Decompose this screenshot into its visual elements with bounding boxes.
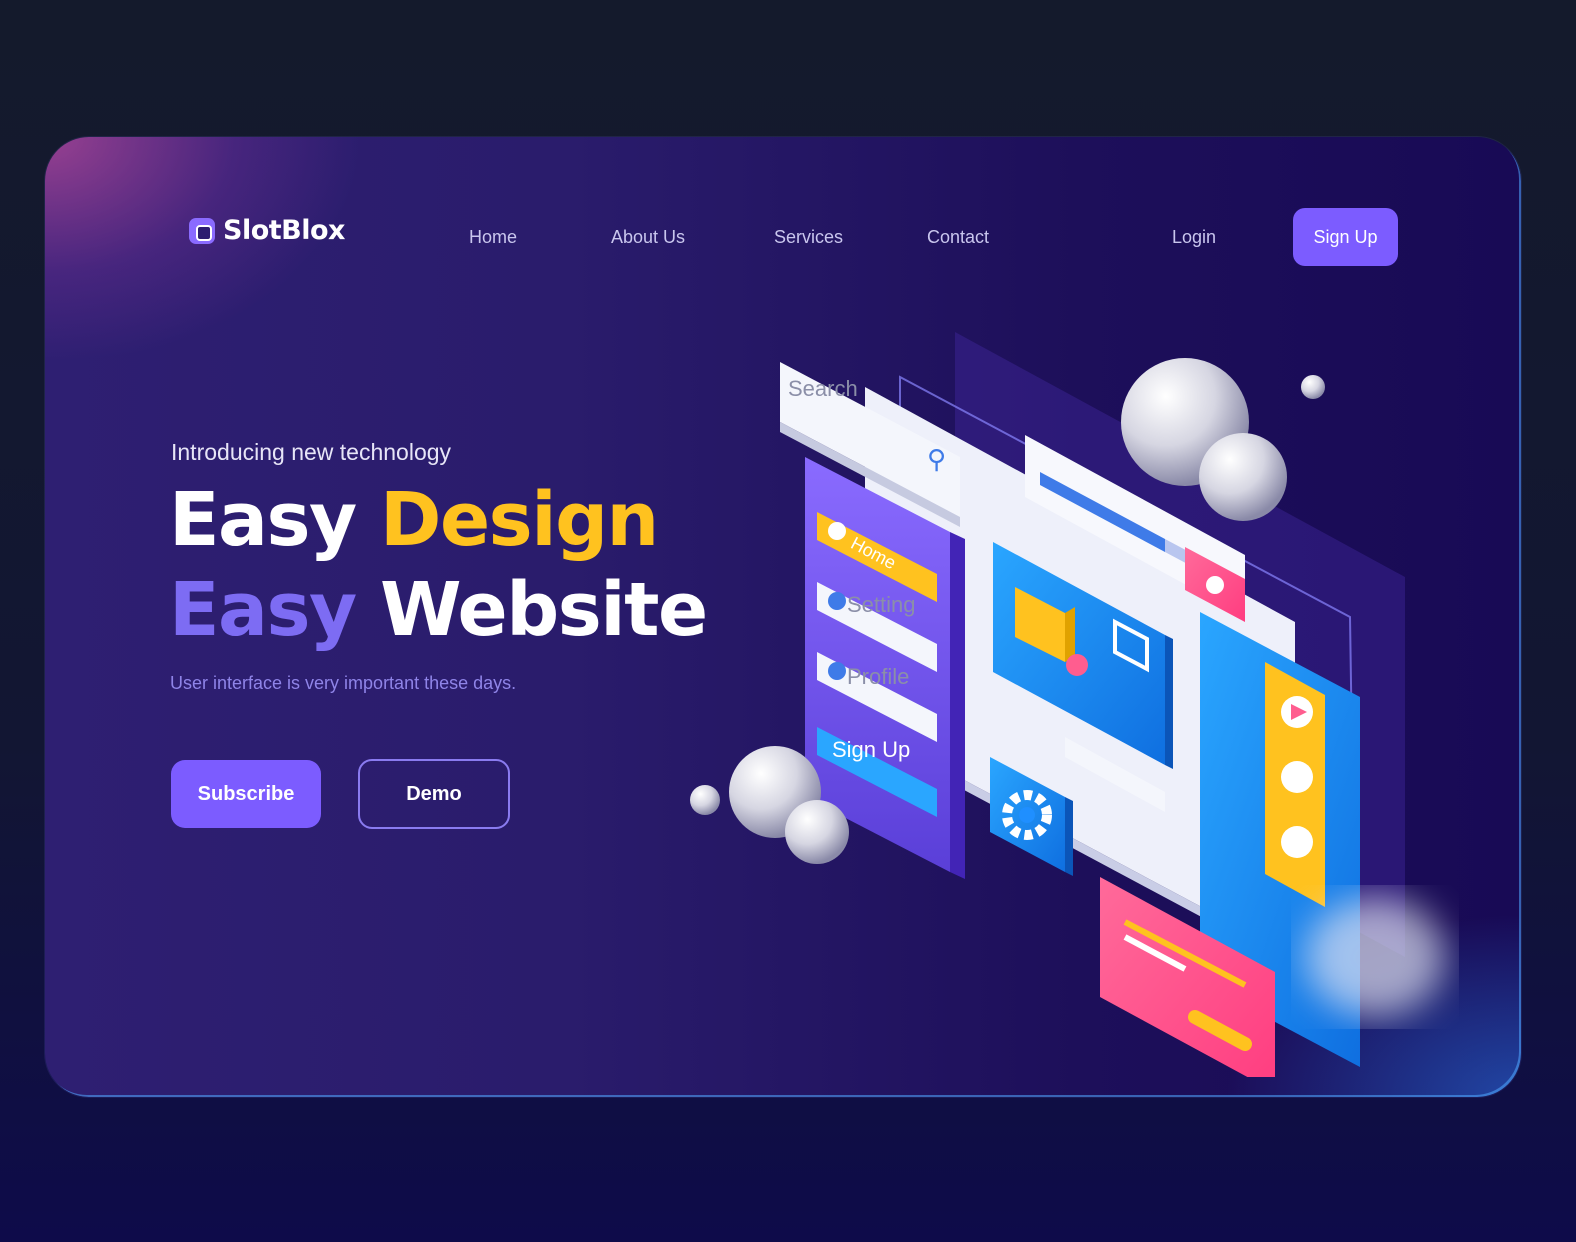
brand-name: SlotBlox — [223, 215, 345, 246]
signup-button[interactable]: Sign Up — [1293, 208, 1398, 266]
illustration-menu-setting: Setting — [847, 592, 916, 617]
login-link[interactable]: Login — [1172, 227, 1216, 248]
brand-logo[interactable]: SlotBlox — [189, 215, 345, 246]
headline-word-highlight: Design — [380, 477, 659, 563]
nav-home[interactable]: Home — [469, 227, 517, 248]
hero-subtitle: User interface is very important these d… — [170, 673, 517, 693]
search-icon: ⚲ — [927, 444, 947, 474]
demo-button[interactable]: Demo — [358, 759, 510, 829]
nav-contact[interactable]: Contact — [927, 227, 989, 248]
nav-about-us[interactable]: About Us — [611, 227, 685, 248]
illustration-signup: Sign Up — [832, 737, 911, 762]
headline-word-highlight: Easy — [169, 567, 357, 653]
headline-word: Easy — [169, 477, 357, 563]
illustration-menu-profile: Profile — [847, 664, 910, 689]
logo-icon — [189, 217, 215, 244]
illustration-artwork — [690, 332, 1445, 1077]
hero-eyebrow: Introducing new technology — [171, 439, 452, 465]
nav-services[interactable]: Services — [774, 227, 843, 248]
isometric-illustration: Search Home Setting Profile Sign Up ⚲ — [645, 317, 1465, 1077]
illustration-search-placeholder: Search — [788, 376, 858, 401]
hero-card: SlotBlox Home About Us Services Contact … — [45, 137, 1521, 1097]
subscribe-button[interactable]: Subscribe — [171, 760, 321, 828]
hero-headline: Easy Design Easy Website — [169, 475, 708, 655]
